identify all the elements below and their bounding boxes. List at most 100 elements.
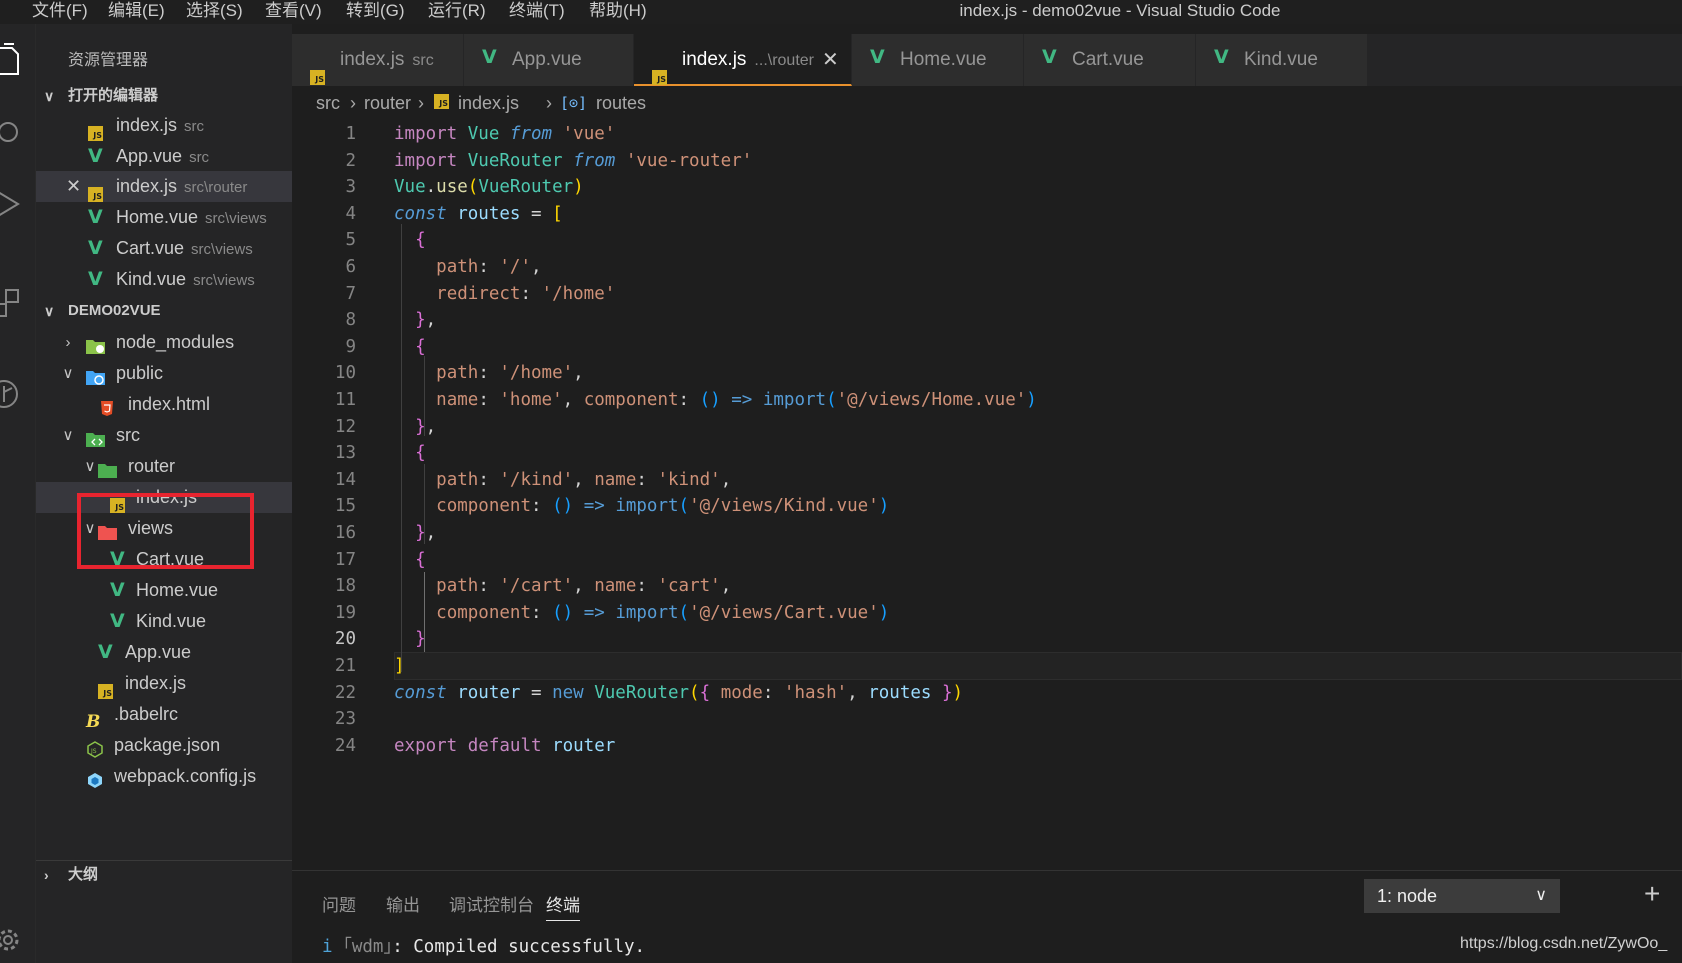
add-terminal-button[interactable]: + (1644, 879, 1660, 909)
tree-folder-router[interactable]: ∨ router (36, 451, 292, 482)
vue-file-icon: V (1214, 46, 1229, 68)
menu-run[interactable]: 运行(R) (424, 0, 490, 24)
menu-edit[interactable]: 编辑(E) (104, 0, 169, 24)
project-header[interactable]: ∨ DEMO02VUE (36, 297, 292, 325)
tree-file-app-vue[interactable]: V App.vue (36, 637, 292, 668)
code-line: export default router (394, 735, 616, 756)
open-editor-item[interactable]: JS index.js src (36, 110, 292, 141)
close-icon[interactable]: ✕ (66, 171, 81, 202)
tree-file-index-html[interactable]: index.html (36, 389, 292, 420)
folder-node-icon (86, 334, 105, 354)
search-icon[interactable] (0, 112, 28, 152)
vue-file-icon: V (110, 610, 125, 632)
tree-folder-node-modules[interactable]: › node_modules (36, 327, 292, 358)
code-line: component: () => import('@/views/Kind.vu… (436, 496, 890, 517)
line-number: 19 (334, 602, 356, 623)
tree-file-src-index-js[interactable]: JS index.js (36, 668, 292, 699)
code-line: ] (394, 656, 405, 676)
code-line: path: '/kind', name: 'kind', (436, 469, 732, 490)
chevron-down-icon: ∨ (62, 427, 74, 444)
title-bar: 文件(F) 编辑(E) 选择(S) 查看(V) 转到(G) 运行(R) 终端(T… (0, 0, 1682, 24)
line-number: 4 (345, 203, 356, 224)
breadcrumb-src[interactable]: src (316, 86, 340, 120)
menu-selection[interactable]: 选择(S) (182, 0, 247, 24)
tree-file-kind-vue[interactable]: V Kind.vue (36, 606, 292, 637)
line-number: 6 (345, 257, 356, 277)
chevron-right-icon: › (546, 93, 552, 113)
js-file-icon: JS (88, 178, 106, 202)
tree-folder-public[interactable]: ∨ public (36, 358, 292, 389)
line-number: 21 (334, 656, 356, 676)
tree-file-home-vue[interactable]: V Home.vue (36, 575, 292, 606)
open-editor-item[interactable]: V App.vue src (36, 141, 292, 172)
tab-home-vue[interactable]: V Home.vue (852, 34, 1024, 86)
line-number: 5 (345, 230, 356, 251)
babel-file-icon: B (86, 712, 101, 732)
source-control-icon[interactable] (0, 374, 28, 414)
code-line: } (415, 629, 426, 650)
line-number: 2 (345, 150, 356, 171)
explorer-title: 资源管理器 (68, 52, 149, 69)
chevron-down-icon: ∨ (84, 458, 96, 475)
panel-tab-output[interactable]: 输出 (386, 891, 420, 916)
vue-file-icon: V (110, 579, 125, 601)
tree-file-package-json[interactable]: JS package.json (36, 730, 292, 761)
settings-gear-icon[interactable] (0, 920, 28, 960)
close-icon[interactable]: ✕ (822, 34, 839, 86)
open-editor-item[interactable]: V Cart.vue src\views (36, 233, 292, 264)
code-line: path: '/home', (436, 363, 584, 384)
code-line: path: '/', (436, 257, 542, 277)
tab-app-vue[interactable]: V App.vue (464, 34, 634, 86)
tree-folder-src[interactable]: ∨ src (36, 420, 292, 451)
js-file-icon: JS (98, 675, 116, 699)
code-editor[interactable]: 1 2 3 4 5 6 7 8 9 10 11 12 13 14 15 16 17 18 19 20 21 22 23 24 … (292, 120, 1682, 870)
svg-text:JS: JS (90, 748, 97, 755)
line-number: 11 (334, 390, 356, 410)
code-line: import VueRouter from 'vue-router' (394, 150, 753, 171)
breadcrumb-router[interactable]: router (364, 86, 411, 120)
tab-kind-vue[interactable]: V Kind.vue (1196, 34, 1368, 86)
terminal-select[interactable]: 1: node ∨ (1364, 879, 1560, 913)
folder-public-icon (86, 365, 105, 385)
outline-header[interactable]: › 大纲 (36, 860, 292, 888)
tab-index-js-router[interactable]: JS index.js ...\router ✕ (634, 34, 852, 86)
open-editor-item[interactable]: V Kind.vue src\views (36, 264, 292, 295)
panel-tab-terminal[interactable]: 终端 (546, 891, 580, 921)
terminal-output[interactable]: i ｢wdm｣: Compiled successfully. (322, 933, 645, 958)
breadcrumb-symbol[interactable]: routes (596, 86, 646, 120)
vue-file-icon: V (1042, 46, 1057, 68)
extensions-icon[interactable] (0, 286, 28, 326)
menu-go[interactable]: 转到(G) (342, 0, 409, 24)
line-number: 7 (345, 283, 356, 304)
menu-terminal[interactable]: 终端(T) (505, 0, 569, 24)
chevron-down-icon: ∨ (44, 88, 55, 104)
open-editor-item-active[interactable]: ✕ JS index.js src\router (36, 171, 292, 202)
nodejs-file-icon: JS (86, 737, 104, 758)
panel-tab-problems[interactable]: 问题 (322, 891, 356, 916)
vue-file-icon: V (482, 46, 497, 68)
tree-file-webpack-config[interactable]: webpack.config.js (36, 761, 292, 792)
code-line: { (415, 336, 426, 357)
open-editor-item[interactable]: V Home.vue src\views (36, 202, 292, 233)
editor-tab-bar: JS index.js src V App.vue JS index.js ...\… (292, 34, 1682, 86)
line-number: 22 (334, 682, 356, 703)
chevron-down-icon: ∨ (44, 303, 55, 319)
line-number: 18 (334, 576, 356, 597)
menu-view[interactable]: 查看(V) (261, 0, 326, 24)
files-icon[interactable] (0, 40, 28, 80)
menu-help[interactable]: 帮助(H) (585, 0, 651, 24)
chevron-right-icon: › (44, 867, 49, 883)
tab-cart-vue[interactable]: V Cart.vue (1024, 34, 1196, 86)
vue-file-icon: V (88, 206, 103, 228)
tree-file-babelrc[interactable]: B .babelrc (36, 699, 292, 732)
menu-file[interactable]: 文件(F) (28, 0, 92, 24)
code-line: { (415, 230, 426, 251)
vue-file-icon: V (88, 268, 103, 290)
run-debug-icon[interactable] (0, 184, 28, 224)
breadcrumb-file[interactable]: index.js (458, 86, 519, 120)
code-line: redirect: '/home' (436, 283, 616, 304)
chevron-down-icon: ∨ (1535, 887, 1547, 904)
tab-index-js-src[interactable]: JS index.js src (292, 34, 464, 86)
open-editors-header[interactable]: ∨ 打开的编辑器 (36, 82, 292, 110)
panel-tab-debug-console[interactable]: 调试控制台 (449, 891, 534, 916)
